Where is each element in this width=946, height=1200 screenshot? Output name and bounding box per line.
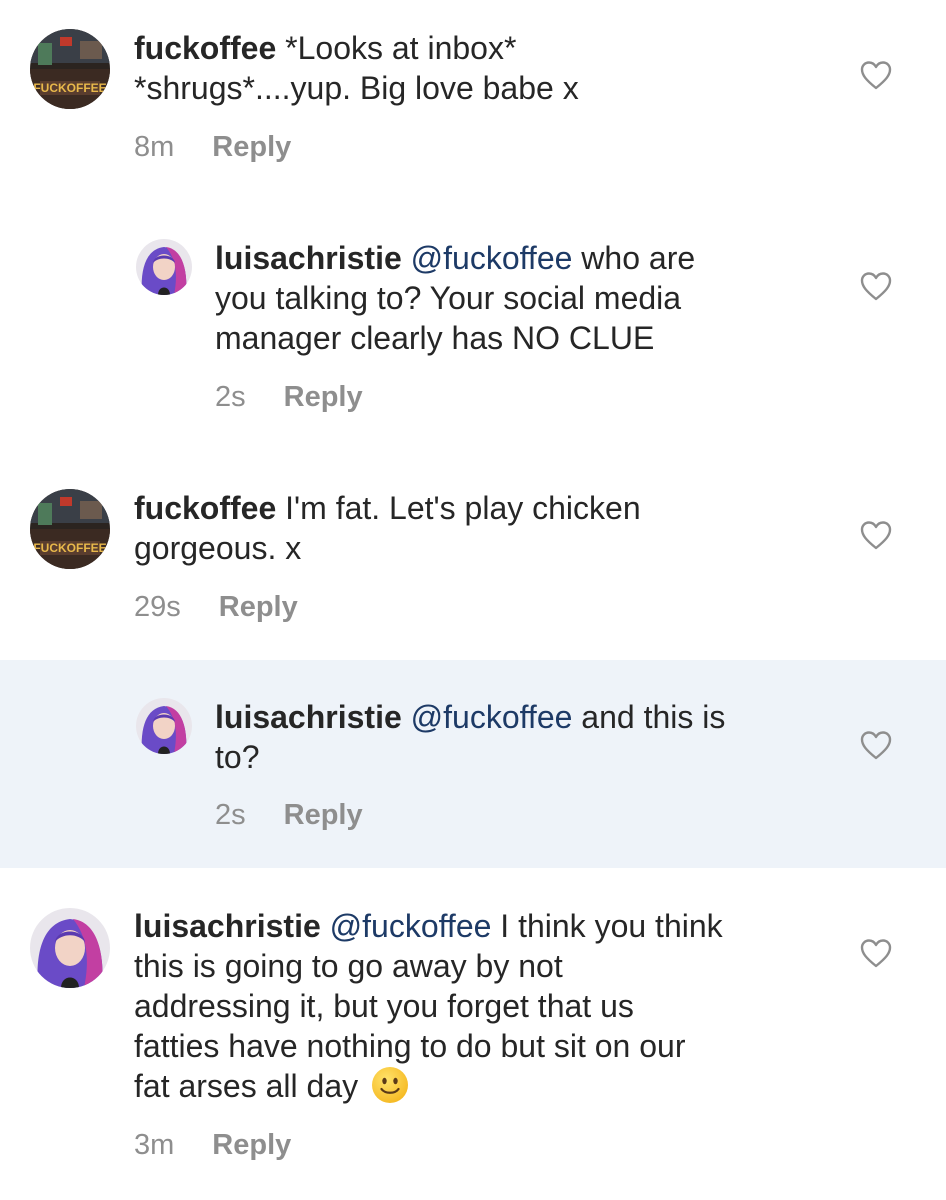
comment-timestamp: 8m: [134, 131, 175, 163]
comment-text: luisachristie @fuckoffee I think you thi…: [134, 906, 834, 1106]
comment-text: luisachristie @fuckoffee and this is to?: [215, 697, 875, 777]
comment-username[interactable]: fuckoffee: [134, 30, 276, 66]
comment-5: luisachristie @fuckoffee I think you thi…: [0, 868, 946, 1200]
heart-outline-icon[interactable]: [860, 938, 892, 968]
comment-text: luisachristie @fuckoffee who are you tal…: [215, 238, 875, 358]
comment-line: addressing it, but you forget that us: [134, 988, 634, 1024]
avatar[interactable]: [136, 698, 192, 754]
mention-link[interactable]: @fuckoffee: [411, 240, 573, 276]
comment-username[interactable]: luisachristie: [215, 240, 402, 276]
fuckoffee-logo-image: FUCKOFFEE: [30, 29, 110, 109]
comment-meta: 8m Reply: [134, 130, 291, 164]
reply-button[interactable]: Reply: [284, 381, 363, 413]
heart-outline-icon[interactable]: [860, 60, 892, 90]
fuckoffee-logo-image: FUCKOFFEE: [30, 489, 110, 569]
heart-outline-icon[interactable]: [860, 730, 892, 760]
comment-text: fuckoffee *Looks at inbox* *shrugs*....y…: [134, 28, 794, 108]
reply-button[interactable]: Reply: [212, 131, 291, 163]
comment-username[interactable]: luisachristie: [134, 908, 321, 944]
comment-timestamp: 2s: [215, 799, 246, 831]
fuckoffee-logo-text: FUCKOFFEE: [33, 541, 106, 555]
reply-button[interactable]: Reply: [212, 1129, 291, 1161]
comment-line: I'm fat. Let's play chicken: [285, 490, 641, 526]
comment-line: you talking to? Your social media: [215, 280, 682, 316]
comment-timestamp: 29s: [134, 591, 181, 623]
comment-line: gorgeous. x: [134, 530, 302, 566]
comment-line: fat arses all day: [134, 1068, 359, 1104]
comment-line: manager clearly has NO CLUE: [215, 320, 655, 356]
comment-3: FUCKOFFEE fuckoffee I'm fat. Let's play …: [0, 460, 946, 660]
luisachristie-photo-image: [136, 239, 192, 295]
comment-line: *shrugs*....yup. Big love babe x: [134, 70, 579, 106]
comment-1: FUCKOFFEE fuckoffee *Looks at inbox* *sh…: [0, 0, 946, 200]
comment-line: and this is: [581, 699, 726, 735]
comment-line: *Looks at inbox*: [285, 30, 517, 66]
comment-meta: 3m Reply: [134, 1128, 291, 1162]
comment-4-highlighted: luisachristie @fuckoffee and this is to?…: [0, 660, 946, 868]
comment-line: to?: [215, 739, 260, 775]
comment-username[interactable]: fuckoffee: [134, 490, 276, 526]
mention-link[interactable]: @fuckoffee: [411, 699, 573, 735]
fuckoffee-logo-text: FUCKOFFEE: [33, 81, 106, 95]
avatar[interactable]: [30, 908, 110, 988]
slightly-smiling-face-icon: [371, 1066, 409, 1104]
heart-outline-icon[interactable]: [860, 520, 892, 550]
comment-meta: 2s Reply: [215, 380, 363, 414]
comment-username[interactable]: luisachristie: [215, 699, 402, 735]
comment-timestamp: 3m: [134, 1129, 175, 1161]
comment-meta: 29s Reply: [134, 590, 298, 624]
comment-line: fatties have nothing to do but sit on ou…: [134, 1028, 686, 1064]
luisachristie-photo-image: [136, 698, 192, 754]
comment-line: I think you think: [500, 908, 723, 944]
heart-outline-icon[interactable]: [860, 271, 892, 301]
comment-text: fuckoffee I'm fat. Let's play chicken go…: [134, 488, 794, 568]
avatar[interactable]: [136, 239, 192, 295]
comment-line: who are: [581, 240, 696, 276]
reply-button[interactable]: Reply: [219, 591, 298, 623]
comment-timestamp: 2s: [215, 381, 246, 413]
reply-button[interactable]: Reply: [284, 799, 363, 831]
comment-line: this is going to go away by not: [134, 948, 563, 984]
avatar[interactable]: FUCKOFFEE: [30, 489, 110, 569]
avatar[interactable]: FUCKOFFEE: [30, 29, 110, 109]
mention-link[interactable]: @fuckoffee: [330, 908, 492, 944]
luisachristie-photo-image: [30, 908, 110, 988]
comment-2: luisachristie @fuckoffee who are you tal…: [0, 200, 946, 460]
comment-meta: 2s Reply: [215, 798, 363, 832]
